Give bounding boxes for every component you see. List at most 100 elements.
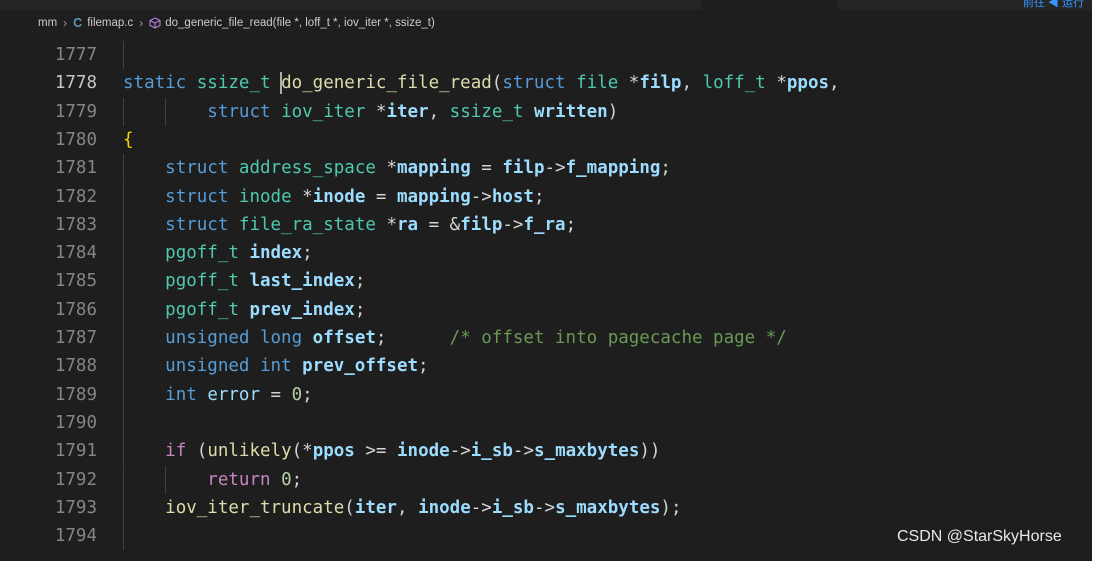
line-number: 1785 <box>54 271 97 292</box>
chevron-right-icon: › <box>63 16 68 30</box>
code-text: static ssize_t do_generic_file_read(stru… <box>123 69 840 97</box>
line-number: 1794 <box>54 526 97 547</box>
code-text: unsigned long offset; /* offset into pag… <box>123 324 787 352</box>
code-line[interactable]: 1780 { <box>0 126 1092 154</box>
code-token: * <box>776 73 787 94</box>
code-token: pgoff_t <box>165 299 250 320</box>
code-token: ; <box>354 299 366 320</box>
code-token: loff_t <box>702 73 777 94</box>
code-token: struct <box>165 214 239 235</box>
code-line[interactable]: 1777 <box>0 41 1092 70</box>
code-token: ) <box>607 101 619 122</box>
code-token: ppos <box>312 441 355 462</box>
code-line[interactable]: 1778 static ssize_t do_generic_file_read(… <box>0 69 1092 97</box>
code-token: f_mapping <box>565 158 661 179</box>
code-token: error <box>207 384 260 405</box>
code-token: host <box>491 186 534 207</box>
code-token: unsigned int <box>165 356 303 377</box>
code-text: struct iov_iter *iter, ssize_t written) <box>123 98 618 126</box>
c-file-icon: C <box>73 16 83 30</box>
code-text: struct file_ra_state *ra = &filp->f_ra; <box>123 211 576 239</box>
code-token: s_maxbytes <box>534 441 640 462</box>
code-token: ra <box>396 214 419 235</box>
tab-active[interactable] <box>702 0 838 10</box>
code-line[interactable]: 1782 struct inode *inode = mapping->host… <box>0 182 1092 211</box>
code-token: last_index <box>249 271 355 292</box>
code-token: return <box>207 469 282 490</box>
code-token: inode <box>238 186 303 207</box>
code-token: i_sb <box>470 441 513 462</box>
code-token: ppos <box>786 73 830 94</box>
code-token: ; <box>660 158 671 179</box>
code-token: { <box>123 129 134 150</box>
code-line[interactable]: 1785 pgoff_t last_index; <box>0 267 1092 296</box>
code-token: , <box>428 101 450 122</box>
indent-guide <box>123 522 124 551</box>
code-token: * <box>386 214 397 235</box>
code-token: struct <box>165 186 239 207</box>
code-token: ; <box>291 469 303 490</box>
code-line[interactable]: 1790 <box>0 408 1092 438</box>
line-number: 1787 <box>54 328 97 348</box>
code-token: (* <box>291 441 313 462</box>
breadcrumb-folder[interactable]: mm <box>38 17 57 29</box>
code-token: = <box>470 158 503 179</box>
code-token: * <box>386 158 397 179</box>
code-token: ; <box>302 243 313 264</box>
code-line[interactable]: 1784 pgoff_t index; <box>0 239 1092 268</box>
code-line[interactable]: 1792 return 0; <box>0 465 1092 494</box>
code-token: iov_iter_truncate <box>165 497 345 518</box>
breadcrumb-symbol[interactable]: do_generic_file_read(file *, loff_t *, i… <box>149 17 435 29</box>
code-line[interactable]: 1779 struct iov_iter *iter, ssize_t writ… <box>0 97 1092 126</box>
breadcrumb-file[interactable]: C filemap.c <box>73 16 133 30</box>
code-token: * <box>628 73 640 94</box>
code-editor[interactable]: 1777 1778 static ssize_t do_generic_file_r… <box>0 36 1092 561</box>
code-token: pgoff_t <box>165 271 250 292</box>
code-line[interactable]: 1783 struct file_ra_state *ra = &filp->f… <box>0 210 1092 240</box>
code-token: if <box>165 441 197 462</box>
code-token: int <box>165 384 208 405</box>
line-number: 1784 <box>54 243 97 264</box>
code-line[interactable]: 1788 unsigned int prev_offset; <box>0 352 1092 381</box>
line-number: 1777 <box>54 45 97 65</box>
code-token: -> <box>470 186 492 207</box>
code-token: ; <box>565 214 577 235</box>
code-text: pgoff_t last_index; <box>123 267 365 295</box>
code-token: inode <box>397 441 450 462</box>
code-token: static <box>123 73 197 94</box>
breadcrumb-folder-label: mm <box>38 17 58 29</box>
code-token: -> <box>512 441 534 462</box>
code-line[interactable]: 1789 int error = 0; <box>0 380 1092 409</box>
line-number: 1783 <box>54 214 97 235</box>
code-token: struct <box>207 101 282 122</box>
code-line[interactable]: 1787 unsigned long offset; /* offset int… <box>0 324 1092 353</box>
code-token: ( <box>344 497 355 518</box>
code-line[interactable]: 1786 pgoff_t prev_index; <box>0 295 1092 324</box>
line-number: 1778 <box>54 73 97 94</box>
line-number: 1789 <box>54 384 97 405</box>
code-line[interactable]: 1791 if (unlikely(*ppos >= inode->i_sb->… <box>0 437 1092 466</box>
breadcrumb: mm › C filemap.c › do_generic_file_read(… <box>0 10 1092 36</box>
code-token: ( <box>196 441 208 462</box>
code-text: { <box>123 126 134 154</box>
code-text: struct inode *inode = mapping->host; <box>123 183 544 211</box>
code-token: struct <box>165 158 239 179</box>
line-number: 1791 <box>54 441 97 462</box>
code-token: -> <box>502 214 524 235</box>
code-token: , <box>396 497 419 518</box>
code-line[interactable]: 1781 struct address_space *mapping = fil… <box>0 154 1092 183</box>
code-token: -> <box>533 497 556 518</box>
top-link[interactable]: 前往 ◀ 运行 <box>1023 0 1084 10</box>
code-text: return 0; <box>123 466 302 494</box>
code-line[interactable]: 1793 iov_iter_truncate(iter, inode->i_sb… <box>0 493 1092 523</box>
code-token: file <box>576 73 629 94</box>
